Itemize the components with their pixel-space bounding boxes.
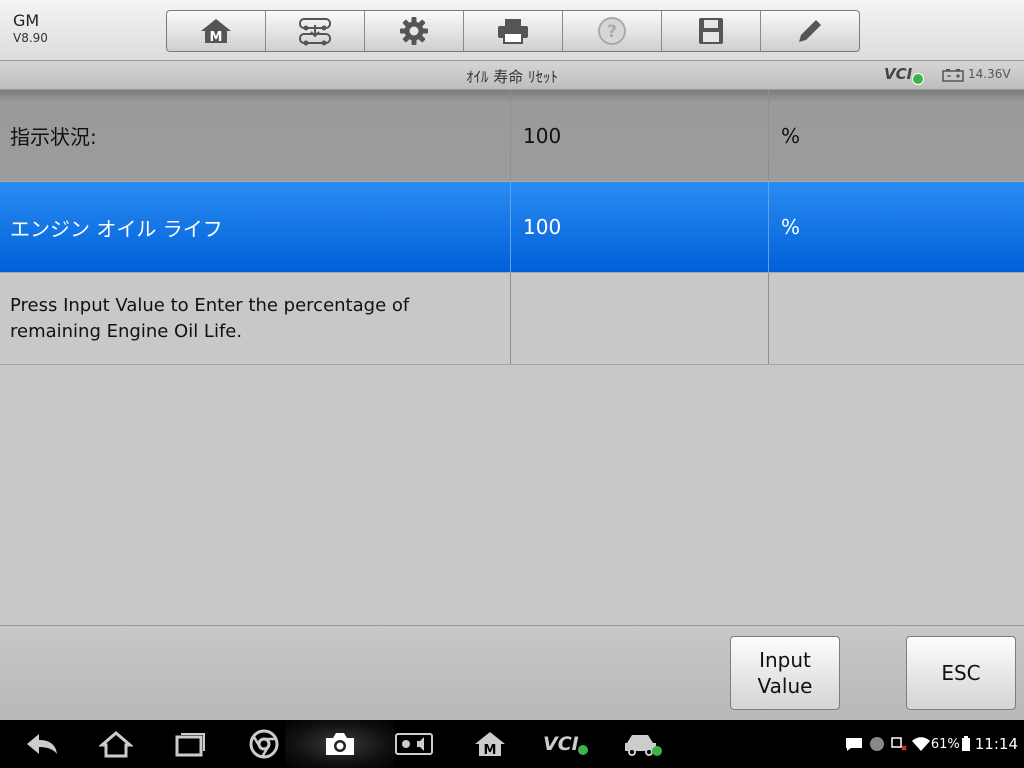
recent-apps-icon bbox=[175, 733, 205, 757]
row-label: エンジン オイル ライフ bbox=[10, 216, 223, 241]
message-icon bbox=[845, 738, 862, 751]
home-outline-icon bbox=[99, 731, 133, 758]
vehicle-connection-button[interactable] bbox=[620, 720, 666, 768]
vci-icon: VCI bbox=[543, 733, 588, 755]
vehicle-brand: GM bbox=[13, 11, 40, 30]
esc-button[interactable]: ESC bbox=[906, 636, 1016, 710]
row-value bbox=[510, 273, 768, 364]
data-table: 指示状況: 100 % エンジン オイル ライフ 100 % Press Inp… bbox=[0, 90, 1024, 365]
battery-percent: 61% bbox=[930, 736, 960, 752]
vehicle-swap-button[interactable] bbox=[266, 11, 365, 51]
edit-button[interactable] bbox=[761, 11, 859, 51]
table-row[interactable]: 指示状況: 100 % bbox=[0, 90, 1024, 182]
vehicle-swap-icon bbox=[299, 18, 331, 46]
network-icon bbox=[891, 737, 907, 751]
svg-text:M: M bbox=[210, 30, 223, 45]
table-row[interactable]: Press Input Value to Enter the percentag… bbox=[0, 273, 1024, 365]
top-header: GM V8.90 M ? bbox=[0, 0, 1024, 61]
back-button[interactable] bbox=[22, 720, 62, 768]
home-button[interactable]: M bbox=[167, 11, 266, 51]
help-button[interactable]: ? bbox=[563, 11, 662, 51]
printer-icon bbox=[498, 19, 528, 44]
input-value-button[interactable]: Input Value bbox=[730, 636, 840, 710]
brightness-volume-icon bbox=[395, 733, 433, 755]
row-value: 100 bbox=[510, 182, 768, 272]
vci-manager-button[interactable]: VCI bbox=[540, 720, 592, 768]
vci-status: VCI bbox=[884, 65, 913, 83]
page-title: ｵｲﾙ 寿命 ﾘｾｯﾄ bbox=[465, 68, 559, 86]
brightness-volume-button[interactable] bbox=[394, 720, 434, 768]
brand-block: GM V8.90 bbox=[13, 12, 48, 46]
vci-connected-indicator bbox=[912, 73, 924, 85]
row-unit bbox=[768, 273, 1024, 364]
svg-text:VCI: VCI bbox=[543, 733, 579, 755]
row-unit: % bbox=[768, 182, 1024, 272]
action-bar: Input Value ESC bbox=[0, 625, 1024, 721]
chrome-button[interactable] bbox=[244, 720, 284, 768]
pencil-icon bbox=[799, 20, 821, 42]
camera-icon bbox=[326, 733, 354, 755]
toolbar: M ? bbox=[166, 10, 860, 52]
instruction-text: Press Input Value to Enter the percentag… bbox=[10, 294, 410, 342]
home-icon: M bbox=[201, 19, 231, 45]
battery-icon bbox=[961, 736, 970, 751]
status-area: 61% 11:14 bbox=[844, 720, 1018, 768]
svg-text:M: M bbox=[484, 743, 497, 758]
battery-voltage: 14.36V bbox=[968, 67, 1011, 81]
android-home-button[interactable] bbox=[96, 720, 136, 768]
maxisys-home-button[interactable]: M bbox=[470, 720, 510, 768]
wifi-icon bbox=[911, 737, 930, 751]
row-unit: % bbox=[768, 90, 1024, 181]
system-navigation-bar: M VCI 61% 11:14 bbox=[0, 720, 1024, 768]
table-row-selected[interactable]: エンジン オイル ライフ 100 % bbox=[0, 182, 1024, 273]
gear-icon bbox=[400, 17, 428, 45]
clock: 11:14 bbox=[974, 735, 1018, 753]
recent-apps-button[interactable] bbox=[170, 720, 210, 768]
chrome-icon bbox=[249, 729, 279, 759]
bluetooth-icon bbox=[869, 737, 884, 751]
svg-text:?: ? bbox=[607, 22, 617, 42]
save-icon bbox=[699, 18, 723, 44]
back-icon bbox=[27, 734, 57, 754]
function-title-bar: ｵｲﾙ 寿命 ﾘｾｯﾄ VCI 14.36V bbox=[0, 61, 1024, 90]
print-button[interactable] bbox=[464, 11, 563, 51]
software-version: V8.90 bbox=[13, 31, 48, 45]
maxisys-home-icon: M bbox=[475, 732, 505, 758]
settings-button[interactable] bbox=[365, 11, 464, 51]
help-icon: ? bbox=[598, 17, 626, 45]
row-value: 100 bbox=[510, 90, 768, 181]
battery-voltage-icon bbox=[942, 69, 964, 82]
camera-button[interactable] bbox=[320, 720, 360, 768]
car-connected-icon bbox=[625, 735, 662, 756]
save-button[interactable] bbox=[662, 11, 761, 51]
row-label: 指示状況: bbox=[10, 125, 97, 149]
